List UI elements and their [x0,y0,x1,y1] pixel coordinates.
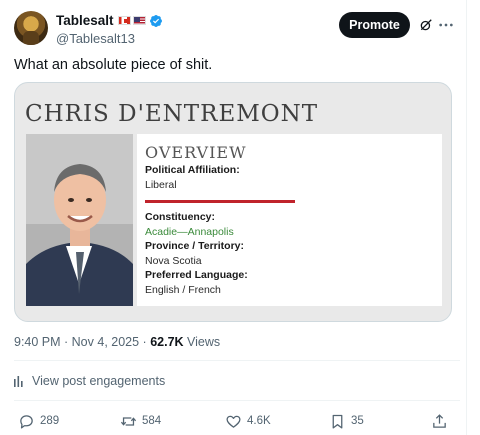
display-name-row: Tablesalt [56,12,163,29]
bookmark-count: 35 [351,415,364,427]
like-button[interactable]: 4.6K [225,412,271,430]
like-count: 4.6K [247,415,271,427]
share-icon [433,413,446,428]
share-button[interactable] [431,412,453,430]
timeline-border [466,0,467,435]
handle[interactable]: @Tablesalt13 [56,31,163,46]
repost-icon [120,416,137,426]
views-count: 62.7K [150,335,184,349]
province-label: Province / Territory: [145,240,245,252]
more-icon[interactable] [438,18,454,32]
divider [14,400,460,401]
display-name[interactable]: Tablesalt [56,13,114,28]
grok-icon[interactable] [419,18,433,32]
view-engagements-link[interactable]: View post engagements [14,374,165,388]
bookmark-button[interactable]: 35 [329,412,364,430]
bookmark-icon [332,414,343,429]
affiliation-label: Political Affiliation: [145,164,240,176]
reply-button[interactable]: 289 [18,412,59,430]
author-names: Tablesalt @Tablesalt13 [56,12,163,46]
reply-icon [20,414,33,429]
reply-count: 289 [40,415,60,427]
province-value: Nova Scotia [145,255,202,267]
analytics-icon [14,376,23,387]
promote-button[interactable]: Promote [339,12,410,38]
party-color-bar [145,200,295,203]
card-name-heading: CHRIS D'ENTREMONT [25,101,319,127]
canada-flag-icon [117,16,131,25]
us-flag-icon [132,16,146,25]
post-text: What an absolute piece of shit. [14,57,213,73]
language-value: English / French [145,284,221,296]
heart-icon [226,415,241,428]
overview-panel: OVERVIEW Political Affiliation: Liberal … [137,134,442,306]
language-label: Preferred Language: [145,269,248,281]
view-engagements-label: View post engagements [32,374,166,388]
divider [14,360,460,361]
post-header: Tablesalt @Tablesalt13 Promote [14,11,460,47]
timestamp[interactable]: 9:40 PM · Nov 4, 2025 · [14,335,150,349]
attached-image-card[interactable]: CHRIS D'ENTREMONT OVERVIEW Political Aff… [14,82,452,322]
post-meta: 9:40 PM · Nov 4, 2025 · 62.7K Views [14,335,220,349]
overview-heading: OVERVIEW [145,143,247,162]
constituency-value: Acadie—Annapolis [145,226,234,238]
affiliation-value: Liberal [145,179,177,191]
repost-count: 584 [142,415,162,427]
repost-button[interactable]: 584 [120,412,161,430]
verified-badge-icon[interactable] [149,14,163,28]
avatar[interactable] [14,11,48,45]
portrait-photo [26,134,133,306]
views-label: Views [183,335,221,349]
constituency-label: Constituency: [145,211,216,223]
